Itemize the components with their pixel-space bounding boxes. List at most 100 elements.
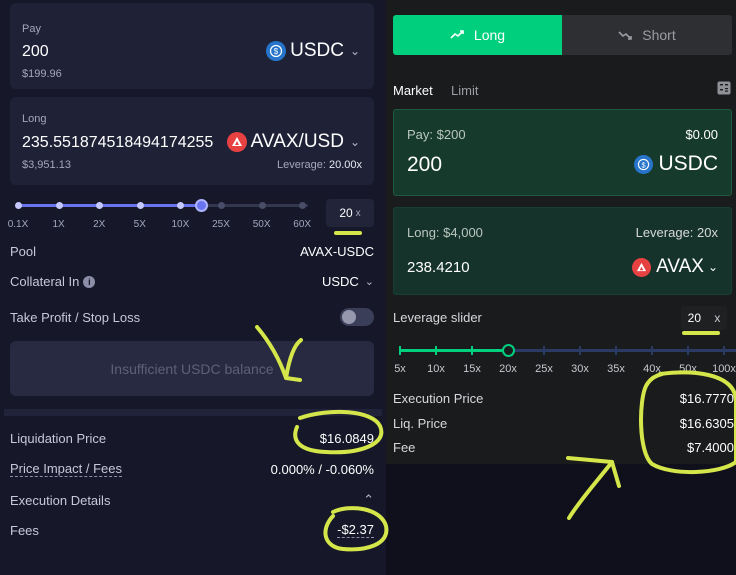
slider-tick-label: 10X xyxy=(171,219,190,230)
slider-step-dot[interactable] xyxy=(136,202,144,209)
pay-label: Pay xyxy=(22,23,41,35)
tab-long-label: Long xyxy=(473,27,506,43)
long-market-selector[interactable]: AVAX/USD ⌄ xyxy=(226,131,360,153)
pay-token-name: USDC xyxy=(290,40,344,61)
slider-tick-label: 25x xyxy=(535,363,553,375)
slider-step-mark[interactable] xyxy=(543,346,545,355)
chevron-up-icon[interactable]: ⌃ xyxy=(363,492,374,508)
slider-tick-label: 20x xyxy=(499,363,517,375)
slider-step-dot[interactable] xyxy=(258,202,266,209)
left-trade-panel: Pay 200 $199.96 $ USDC ⌄ Long 235.551874… xyxy=(0,0,386,575)
usdc-icon: $ xyxy=(634,154,654,174)
execution-price-row: Execution Price $16.7770 xyxy=(393,391,734,406)
long-token-name: AVAX xyxy=(656,256,704,277)
pay-label: Pay: $200 xyxy=(407,127,466,142)
liq-price-label: Liq. Price xyxy=(393,416,448,431)
slider-step-dot[interactable] xyxy=(55,202,63,209)
slider-thumb[interactable] xyxy=(194,199,208,212)
slider-step-dot[interactable] xyxy=(96,202,104,209)
slider-step-dot[interactable] xyxy=(15,202,22,209)
pay-amount-input[interactable]: 200 xyxy=(407,153,442,177)
long-amount-input[interactable]: 238.4210 xyxy=(407,259,470,276)
slider-tick-label: 5X xyxy=(133,219,146,230)
tpsl-label: Take Profit / Stop Loss xyxy=(10,309,141,325)
long-card[interactable]: Long 235.551874518494174255 $3,951.13 AV… xyxy=(10,97,374,185)
trend-up-icon xyxy=(450,27,464,43)
liquidation-label: Liquidation Price xyxy=(10,431,107,446)
slider-step-dot[interactable] xyxy=(299,202,307,209)
tab-short[interactable]: Short xyxy=(562,15,732,55)
leverage-input[interactable]: 20 x xyxy=(326,199,374,227)
order-type-market[interactable]: Market xyxy=(393,83,433,98)
chevron-down-icon: ⌄ xyxy=(707,260,718,274)
tpsl-row: Take Profit / Stop Loss xyxy=(10,308,374,326)
info-icon[interactable]: i xyxy=(83,275,96,288)
slider-step-mark[interactable] xyxy=(723,346,725,355)
collateral-selector[interactable]: USDC ⌄ xyxy=(322,274,374,289)
pay-token-selector[interactable]: $ USDC ⌄ xyxy=(266,40,360,62)
calculator-icon[interactable] xyxy=(717,81,731,100)
fees-row: Fees -$2.37 xyxy=(10,522,374,538)
leverage-value[interactable]: 20 xyxy=(688,311,701,325)
slider-tick-label: 100x xyxy=(712,363,736,375)
chevron-down-icon: ⌄ xyxy=(349,135,360,149)
submit-button[interactable]: Insufficient USDC balance xyxy=(10,341,374,396)
liquidation-value: $16.0849 xyxy=(319,431,374,446)
long-amount-input[interactable]: 235.551874518494174255 xyxy=(22,134,213,152)
slider-step-mark[interactable] xyxy=(435,346,437,355)
fees-label: Fees xyxy=(10,522,39,538)
pay-card[interactable]: Pay 200 $199.96 $ USDC ⌄ xyxy=(10,3,374,89)
slider-step-dot[interactable] xyxy=(177,202,185,209)
leverage-input[interactable]: 20 x xyxy=(681,306,727,330)
long-card[interactable]: Long: $4,000 Leverage: 20x 238.4210 AVAX… xyxy=(393,207,732,295)
slider-tick-label: 50x xyxy=(679,363,697,375)
slider-fill xyxy=(400,349,508,352)
long-token-selector[interactable]: AVAX ⌄ xyxy=(632,256,718,278)
pay-usd-value: $199.96 xyxy=(22,68,62,80)
order-type-limit[interactable]: Limit xyxy=(451,83,478,98)
leverage-unit: x xyxy=(714,311,721,325)
slider-tick-label: 0.1X xyxy=(7,219,29,230)
pay-amount-input[interactable]: 200 xyxy=(22,43,49,61)
slider-step-mark[interactable] xyxy=(615,346,617,355)
tab-long[interactable]: Long xyxy=(393,15,562,55)
pool-row: Pool AVAX-USDC xyxy=(10,244,374,259)
slider-step-dot[interactable] xyxy=(218,202,225,209)
long-market-name: AVAX/USD xyxy=(250,131,344,152)
leverage-value[interactable]: 20 xyxy=(339,206,352,220)
slider-tick-label: 10x xyxy=(427,363,445,375)
leverage-unit: x xyxy=(355,207,361,219)
slider-step-mark[interactable] xyxy=(687,346,689,355)
leverage-slider[interactable]: 0.1X 1X 2X 5X 10X 25X 50X 60X xyxy=(7,196,311,232)
leverage-note: Leverage: 20.00x xyxy=(276,159,362,171)
tpsl-toggle[interactable] xyxy=(340,308,374,326)
fees-value[interactable]: -$2.37 xyxy=(337,522,374,538)
pay-card[interactable]: Pay: $200 $0.00 200 $ USDC xyxy=(393,109,732,196)
slider-tick-label: 1X xyxy=(52,219,65,230)
long-label: Long xyxy=(22,113,47,125)
pool-value: AVAX-USDC xyxy=(300,244,374,259)
slider-tick-label: 35x xyxy=(607,363,625,375)
slider-tick-label: 30x xyxy=(571,363,589,375)
execution-details-row[interactable]: Execution Details ⌃ xyxy=(10,492,374,508)
slider-step-mark[interactable] xyxy=(471,346,473,355)
collateral-value: USDC xyxy=(321,274,359,289)
price-impact-row: Price Impact / Fees 0.000% / -0.060% xyxy=(10,461,374,477)
slider-thumb[interactable] xyxy=(502,344,515,357)
price-impact-label[interactable]: Price Impact / Fees xyxy=(10,461,122,477)
slider-tick-label: 5x xyxy=(394,363,406,375)
slider-step-mark[interactable] xyxy=(651,346,653,355)
chevron-down-icon: ⌄ xyxy=(349,44,360,58)
collateral-label: Collateral In xyxy=(10,274,80,289)
background xyxy=(386,464,736,575)
slider-tick-label: 40x xyxy=(643,363,661,375)
svg-text:$: $ xyxy=(642,160,646,169)
pay-token-selector[interactable]: $ USDC xyxy=(634,152,718,176)
slider-step-mark[interactable] xyxy=(579,346,581,355)
divider xyxy=(4,409,382,416)
pay-balance: $0.00 xyxy=(685,127,718,142)
avax-icon xyxy=(226,132,247,152)
fee-label: Fee xyxy=(393,440,416,455)
slider-step-mark[interactable] xyxy=(399,346,401,355)
execution-details-label: Execution Details xyxy=(10,492,111,508)
